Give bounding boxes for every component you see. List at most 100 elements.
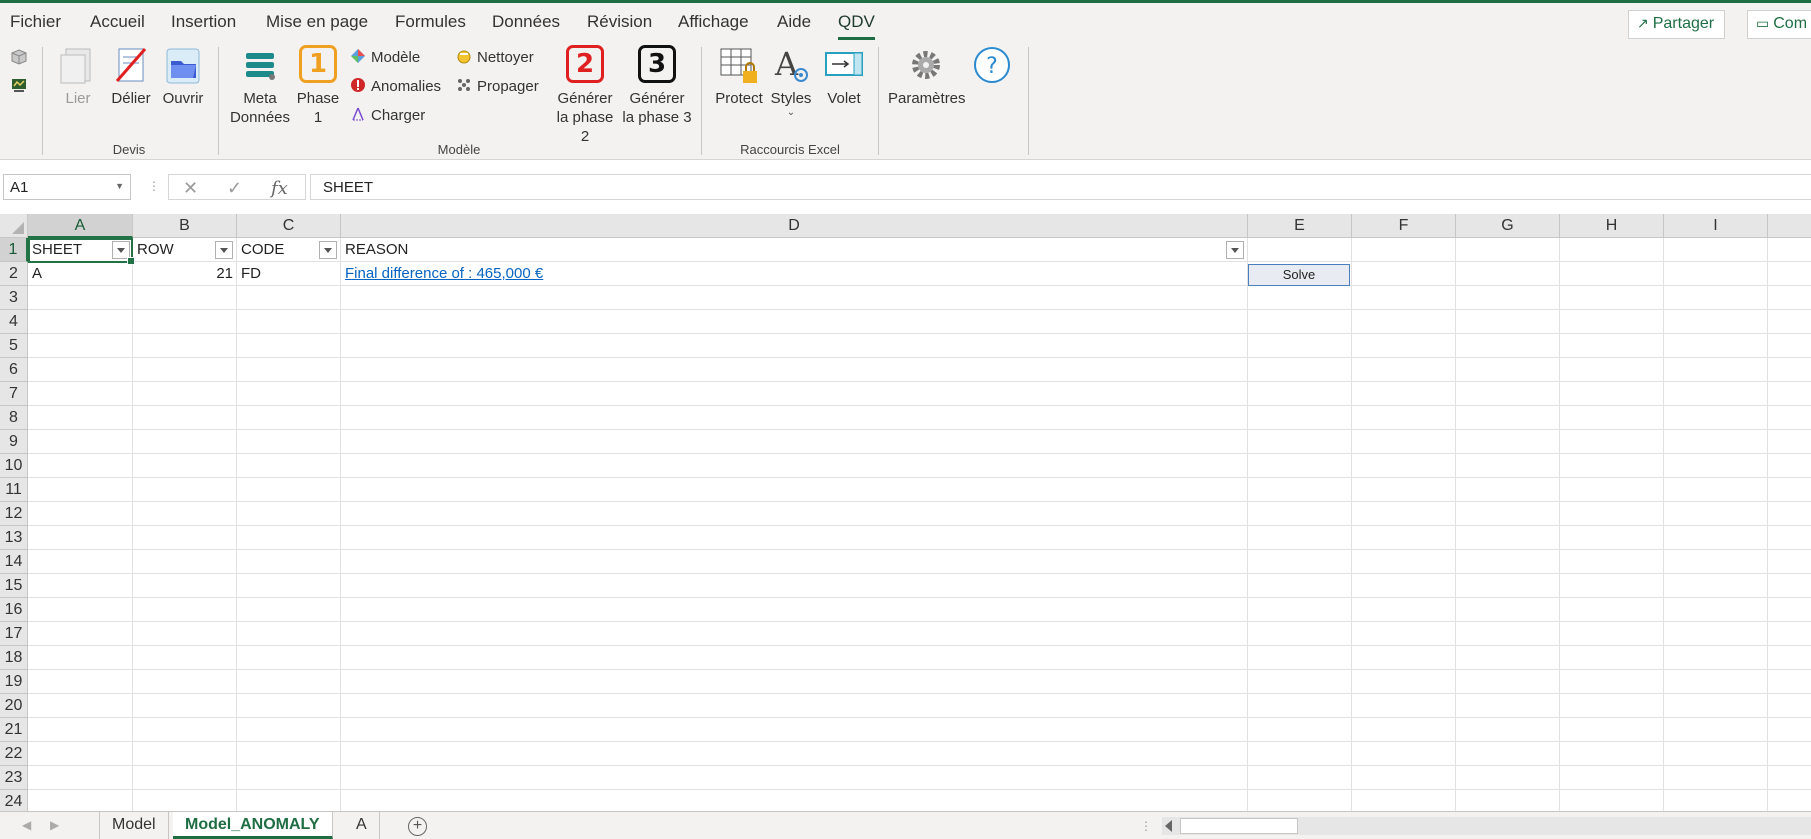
splitter-icon[interactable]: ⋮ (1140, 819, 1152, 833)
row-header[interactable]: 11 (0, 478, 28, 502)
row-header[interactable]: 7 (0, 382, 28, 406)
row-header[interactable]: 6 (0, 358, 28, 382)
row-header[interactable]: 9 (0, 430, 28, 454)
row-header[interactable]: 8 (0, 406, 28, 430)
tab-aide[interactable]: Aide (777, 12, 811, 32)
row-header[interactable]: 20 (0, 694, 28, 718)
column-header-partial[interactable] (1768, 214, 1811, 238)
row-header[interactable]: 1 (0, 238, 28, 262)
column-header[interactable]: D (341, 214, 1248, 238)
protect-button[interactable]: Protect (712, 45, 766, 108)
select-all-corner[interactable] (0, 214, 28, 238)
horizontal-scrollbar[interactable] (1162, 817, 1811, 835)
tab-insertion[interactable]: Insertion (171, 12, 236, 32)
row-header[interactable]: 4 (0, 310, 28, 334)
styles-button[interactable]: A Styles ⌄ (768, 45, 814, 118)
generer-phase2-button[interactable]: 2 Générer la phase 2 (551, 45, 619, 146)
column-header[interactable]: F (1352, 214, 1456, 238)
volet-button[interactable]: Volet (820, 45, 868, 108)
row-header[interactable]: 22 (0, 742, 28, 766)
insert-function-icon[interactable]: fx (271, 178, 288, 199)
sheet-tab-bar: ◀ ▶ Model Model_ANOMALY A + ⋮ (0, 811, 1811, 839)
column-header[interactable]: E (1248, 214, 1352, 238)
tab-accueil[interactable]: Accueil (90, 12, 145, 32)
filter-dropdown-icon[interactable] (215, 241, 233, 259)
tab-donnees[interactable]: Données (492, 12, 560, 32)
lier-button[interactable]: Lier (58, 45, 98, 108)
delier-label: Délier (111, 90, 151, 107)
filter-dropdown-icon[interactable] (1226, 241, 1244, 259)
row-header[interactable]: 12 (0, 502, 28, 526)
spreadsheet-grid[interactable]: A B C D E F G H I SHEET ROW CODE REASON … (0, 214, 1811, 811)
sheet-tab-model-anomaly[interactable]: Model_ANOMALY (173, 812, 333, 839)
cube-icon[interactable] (11, 49, 27, 65)
row-header[interactable]: 13 (0, 526, 28, 550)
propager-button[interactable]: Propager (456, 77, 539, 95)
row-header[interactable]: 3 (0, 286, 28, 310)
modele-button[interactable]: Modèle (350, 48, 420, 66)
row-header[interactable]: 5 (0, 334, 28, 358)
row-header[interactable]: 14 (0, 550, 28, 574)
row-header[interactable]: 16 (0, 598, 28, 622)
column-header[interactable]: I (1664, 214, 1768, 238)
anomalies-button[interactable]: Anomalies (350, 77, 441, 95)
formula-input[interactable]: SHEET (310, 174, 1811, 200)
tab-mise-en-page[interactable]: Mise en page (266, 12, 368, 32)
cell-d2[interactable]: Final difference of : 465,000 € (341, 262, 1247, 286)
comment-icon: ▭ (1756, 15, 1770, 31)
chart-icon[interactable] (11, 77, 27, 93)
add-sheet-icon[interactable]: + (408, 817, 427, 836)
next-sheet-icon[interactable]: ▶ (50, 818, 59, 832)
meta-donnees-button[interactable]: Meta Données (228, 45, 292, 127)
grip-icon[interactable]: ⋮ (148, 179, 160, 193)
column-header[interactable]: A (28, 214, 133, 238)
tab-fichier[interactable]: Fichier (10, 12, 61, 32)
tab-affichage[interactable]: Affichage (678, 12, 749, 32)
column-header[interactable]: B (133, 214, 237, 238)
cell-c1[interactable]: CODE (237, 238, 317, 262)
tab-qdv[interactable]: QDV (838, 12, 875, 40)
column-header[interactable]: H (1560, 214, 1664, 238)
row-header[interactable]: 10 (0, 454, 28, 478)
share-button[interactable]: ↗ Partager (1628, 10, 1726, 39)
column-header[interactable]: G (1456, 214, 1560, 238)
row-header[interactable]: 24 (0, 790, 28, 811)
cell-b2[interactable]: 21 (133, 262, 237, 286)
nettoyer-button[interactable]: Nettoyer (456, 48, 534, 66)
column-header[interactable]: C (237, 214, 341, 238)
charger-button[interactable]: Charger (350, 106, 425, 124)
reason-link[interactable]: Final difference of : 465,000 € (345, 265, 543, 282)
help-button[interactable]: ? (972, 45, 1012, 89)
delier-button[interactable]: Délier (108, 45, 154, 108)
solve-button[interactable]: Solve (1248, 264, 1350, 286)
scroll-left-icon[interactable] (1165, 820, 1172, 832)
ouvrir-button[interactable]: Ouvrir (160, 45, 206, 108)
name-box[interactable]: A1 ▼ (3, 174, 131, 200)
chevron-down-icon[interactable]: ▼ (115, 181, 124, 191)
comments-button[interactable]: ▭ Com (1747, 10, 1811, 39)
cell-a2[interactable]: A (28, 262, 132, 286)
prev-sheet-icon[interactable]: ◀ (22, 818, 31, 832)
tab-revision[interactable]: Révision (587, 12, 652, 32)
cell-d1[interactable]: REASON (341, 238, 1221, 262)
row-header[interactable]: 17 (0, 622, 28, 646)
generer-phase3-button[interactable]: 3 Générer la phase 3 (622, 45, 692, 127)
row-header[interactable]: 23 (0, 766, 28, 790)
cell-b1[interactable]: ROW (133, 238, 213, 262)
row-header[interactable]: 19 (0, 670, 28, 694)
sheet-tab-model[interactable]: Model (99, 812, 169, 839)
sheet-tab-a[interactable]: A (344, 812, 380, 839)
scroll-thumb[interactable] (1180, 818, 1298, 834)
row-header[interactable]: 15 (0, 574, 28, 598)
cell-c2[interactable]: FD (237, 262, 341, 286)
phase1-icon: 1 (299, 45, 337, 83)
filter-dropdown-icon[interactable] (319, 241, 337, 259)
phase1-button[interactable]: 1 Phase 1 (296, 45, 340, 127)
parametres-button[interactable]: Paramètres (888, 45, 966, 108)
row-header[interactable]: 2 (0, 262, 28, 286)
cancel-icon[interactable]: ✕ (183, 178, 198, 199)
tab-formules[interactable]: Formules (395, 12, 466, 32)
row-header[interactable]: 18 (0, 646, 28, 670)
row-header[interactable]: 21 (0, 718, 28, 742)
check-icon[interactable]: ✓ (227, 178, 242, 199)
